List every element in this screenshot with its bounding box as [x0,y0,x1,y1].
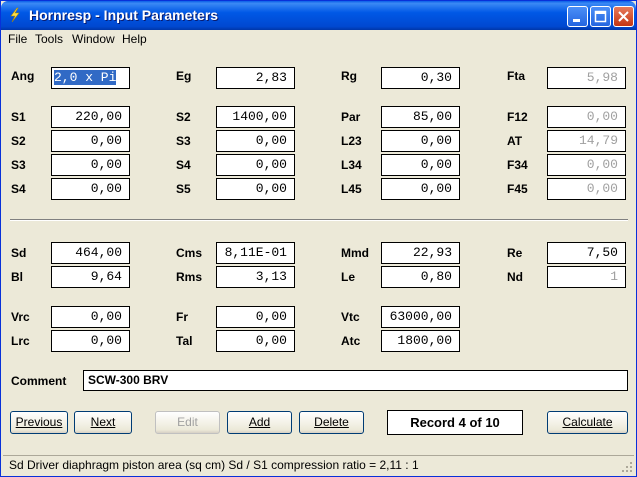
label-lrc: Lrc [11,334,30,348]
label-comment: Comment [11,374,67,388]
previous-button[interactable]: Previous [10,411,68,434]
status-bar: Sd Driver diaphragm piston area (sq cm) … [3,455,634,474]
label-s1: S1 [11,110,26,124]
add-button[interactable]: Add [227,411,292,434]
label-s3: S3 [176,134,191,148]
label-s3-second: S3 [11,158,26,172]
label-ang: Ang [11,69,35,83]
field-f34: 0,00 [547,154,626,176]
field-bl[interactable]: 9,64 [51,266,130,288]
minimize-icon [573,19,580,22]
close-button[interactable] [613,6,634,27]
label-s4: S4 [176,158,191,172]
field-l34[interactable]: 0,00 [381,154,460,176]
label-l34: L34 [341,158,362,172]
field-ang[interactable]: 2,0 x Pi [51,67,130,89]
field-fta: 5,98 [547,67,626,89]
menu-window[interactable]: Window [72,32,115,46]
label-s2: S2 [176,110,191,124]
field-l23[interactable]: 0,00 [381,130,460,152]
minimize-button[interactable] [567,6,588,27]
field-vrc[interactable]: 0,00 [51,306,130,328]
label-par: Par [341,110,361,124]
label-rg: Rg [341,69,357,83]
resize-grip-icon[interactable] [621,461,633,473]
label-at: AT [507,134,523,148]
menu-file[interactable]: File [8,32,27,46]
label-cms: Cms [176,246,203,260]
field-lrc[interactable]: 0,00 [51,330,130,352]
label-atc: Atc [341,334,361,348]
field-s4-second[interactable]: 0,00 [51,178,130,200]
section-divider [10,219,628,221]
field-tal[interactable]: 0,00 [216,330,295,352]
label-fr: Fr [176,310,188,324]
field-vtc[interactable]: 63000,00 [381,306,460,328]
field-s4[interactable]: 0,00 [216,154,295,176]
label-rms: Rms [176,270,203,284]
label-f12: F12 [507,110,528,124]
field-le[interactable]: 0,80 [381,266,460,288]
edit-button: Edit [155,411,220,434]
label-f34: F34 [507,158,528,172]
field-s1[interactable]: 220,00 [51,106,130,128]
menu-tools[interactable]: Tools [35,32,63,46]
field-s5[interactable]: 0,00 [216,178,295,200]
label-l45: L45 [341,182,362,196]
lightning-app-icon [10,7,20,23]
label-s4-second: S4 [11,182,26,196]
label-bl: Bl [11,270,23,284]
label-eg: Eg [176,69,192,83]
field-fr[interactable]: 0,00 [216,306,295,328]
calculate-button[interactable]: Calculate [547,411,628,434]
field-f12: 0,00 [547,106,626,128]
label-l23: L23 [341,134,362,148]
label-tal: Tal [176,334,193,348]
window-title: Hornresp - Input Parameters [29,7,219,23]
maximize-button[interactable] [590,6,611,27]
hornresp-window: Hornresp - Input Parameters File Tools W… [0,0,637,477]
field-rms[interactable]: 3,13 [216,266,295,288]
label-f45: F45 [507,182,528,196]
field-rg[interactable]: 0,30 [381,67,460,89]
label-sd: Sd [11,246,27,260]
field-cms[interactable]: 8,11E-01 [216,242,295,264]
field-atc[interactable]: 1800,00 [381,330,460,352]
field-l45[interactable]: 0,00 [381,178,460,200]
label-vtc: Vtc [341,310,360,324]
field-ang-value: 2,0 x Pi [54,70,117,85]
label-vrc: Vrc [11,310,30,324]
label-s2-second: S2 [11,134,26,148]
field-s3-second[interactable]: 0,00 [51,154,130,176]
field-par[interactable]: 85,00 [381,106,460,128]
field-re[interactable]: 7,50 [547,242,626,264]
menu-bar: File Tools Window Help [1,30,636,48]
label-nd: Nd [507,270,523,284]
label-s5: S5 [176,182,191,196]
delete-button[interactable]: Delete [299,411,364,434]
field-f45: 0,00 [547,178,626,200]
field-sd[interactable]: 464,00 [51,242,130,264]
label-re: Re [507,246,523,260]
field-eg[interactable]: 2,83 [216,67,295,89]
close-icon [618,11,629,22]
maximize-icon [594,10,607,23]
field-s2-second[interactable]: 0,00 [51,130,130,152]
field-at: 14,79 [547,130,626,152]
next-button[interactable]: Next [74,411,132,434]
menu-help[interactable]: Help [122,32,147,46]
field-s2[interactable]: 1400,00 [216,106,295,128]
label-fta: Fta [507,69,525,83]
label-mmd: Mmd [341,246,369,260]
label-le: Le [341,270,356,284]
comment-field[interactable]: SCW-300 BRV [83,370,628,391]
field-mmd[interactable]: 22,93 [381,242,460,264]
field-nd: 1 [547,266,626,288]
field-s3[interactable]: 0,00 [216,130,295,152]
title-bar[interactable]: Hornresp - Input Parameters [1,1,636,30]
record-indicator: Record 4 of 10 [387,410,523,435]
